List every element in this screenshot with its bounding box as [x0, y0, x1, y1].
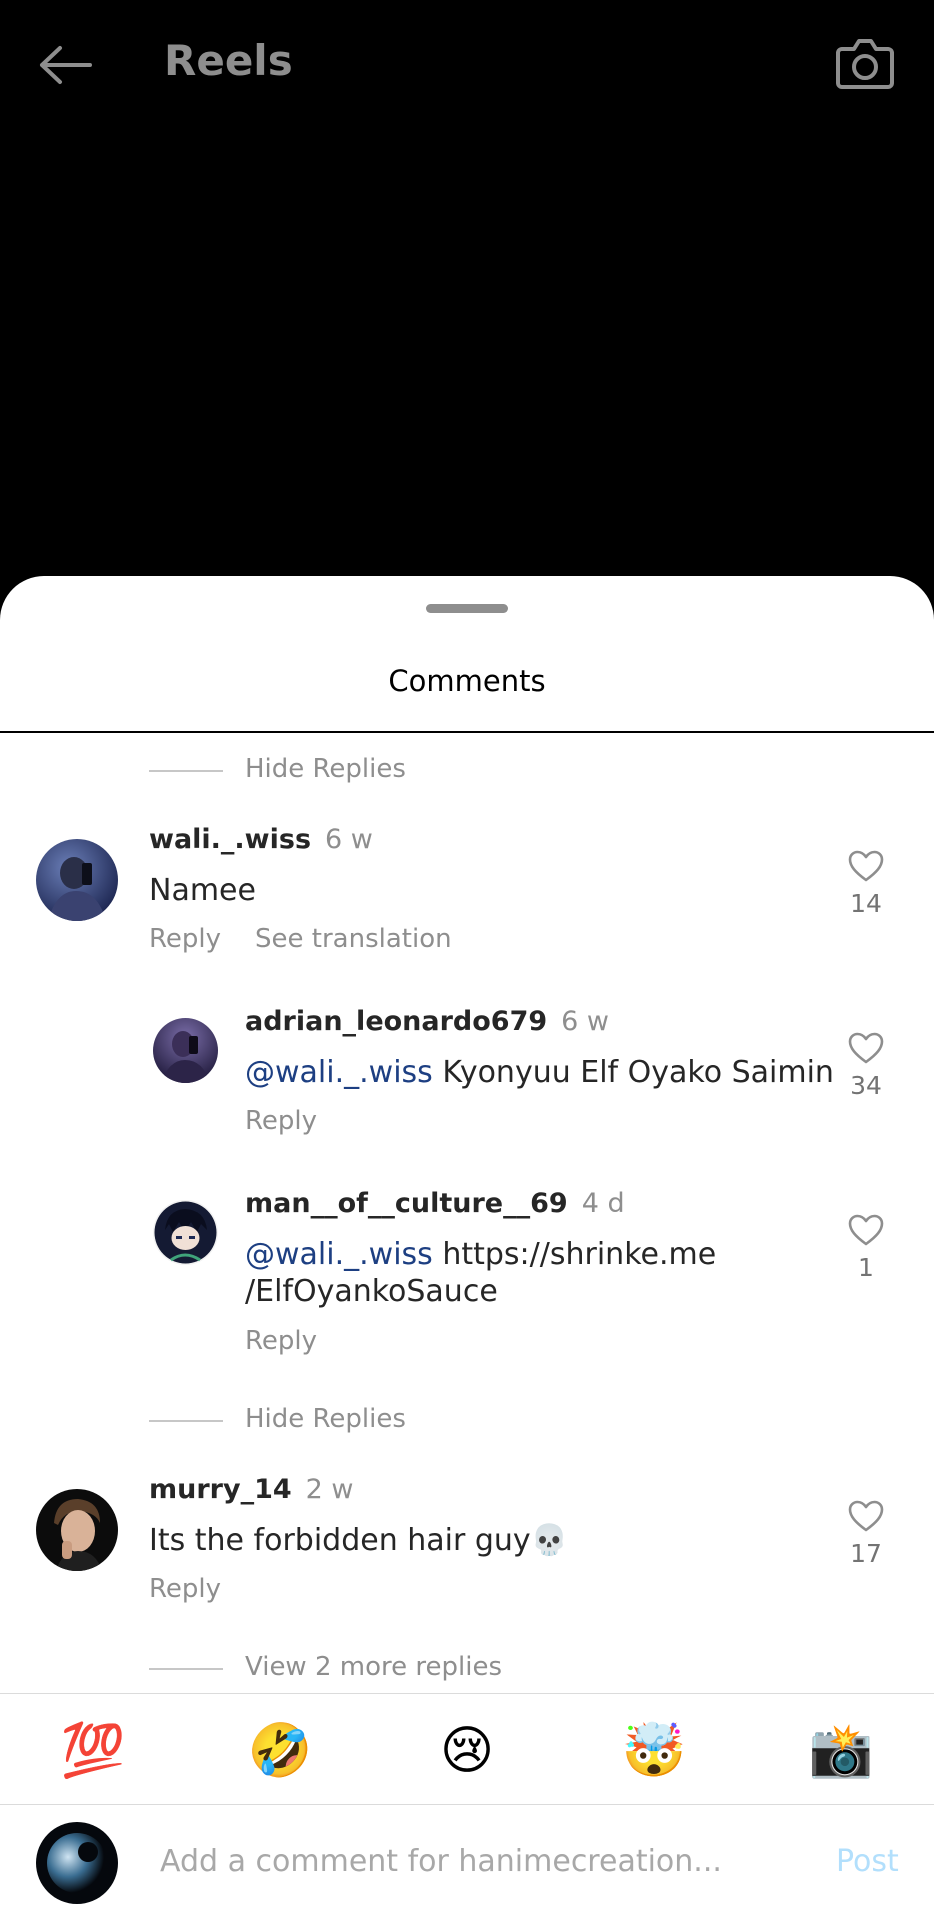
replies-line: [149, 1420, 223, 1422]
like-button[interactable]: 14: [831, 849, 901, 918]
like-count: 34: [850, 1071, 882, 1100]
top-bar: Reels: [0, 0, 934, 130]
avatar[interactable]: [36, 839, 118, 921]
sheet-title: Comments: [388, 664, 546, 698]
heart-icon: [848, 850, 884, 882]
page-title: Reels: [164, 36, 293, 85]
avatar-photo: [36, 1489, 118, 1571]
comment-actions: Reply See translation: [149, 924, 486, 954]
like-count: 14: [850, 889, 882, 918]
comment-time: 4 d: [581, 1188, 625, 1219]
see-translation-button[interactable]: See translation: [255, 924, 452, 954]
replies-line: [149, 770, 223, 772]
like-button[interactable]: 17: [831, 1499, 901, 1568]
avatar-photo: [36, 839, 118, 921]
drag-handle[interactable]: [426, 604, 508, 613]
comment-text: Namee: [149, 873, 256, 908]
username-text[interactable]: adrian_leonardo679: [245, 1006, 547, 1037]
comment-username[interactable]: adrian_leonardo679 6 w: [245, 1006, 609, 1037]
heart-icon: [848, 1500, 884, 1532]
comment-time: 6 w: [325, 824, 373, 855]
avatar[interactable]: [36, 1489, 118, 1571]
comment-body: https://shrinke.me: [432, 1237, 717, 1272]
comment-actions: Reply: [245, 1326, 351, 1356]
camera-button[interactable]: [830, 28, 900, 98]
emoji-quick-bar: 💯 🤣 😢 🤯 📸: [0, 1693, 934, 1805]
reply-button[interactable]: Reply: [245, 1326, 317, 1356]
comment-body-line2: /ElfOyankoSauce: [245, 1274, 498, 1309]
comment-time: 2 w: [305, 1474, 354, 1505]
arrow-left-icon: [40, 46, 92, 84]
like-count: 17: [850, 1539, 882, 1568]
hide-replies-button[interactable]: Hide Replies: [245, 754, 406, 784]
avatar-photo: [36, 1822, 118, 1904]
comment-composer: Post: [0, 1806, 934, 1920]
reply-button[interactable]: Reply: [149, 924, 221, 954]
emoji-crying-button[interactable]: 😢: [432, 1716, 502, 1786]
comment-time: 6 w: [561, 1006, 610, 1037]
username-text[interactable]: murry_14: [149, 1474, 292, 1505]
emoji-rofl-button[interactable]: 🤣: [245, 1716, 315, 1786]
avatar[interactable]: [153, 1018, 218, 1083]
camera-icon: [836, 39, 894, 89]
emoji-hundred-button[interactable]: 💯: [58, 1716, 128, 1786]
like-count: 1: [858, 1253, 874, 1282]
view-more-replies-button[interactable]: View 2 more replies: [245, 1652, 502, 1682]
mention-link[interactable]: @wali._.wiss: [245, 1055, 433, 1090]
heart-icon: [848, 1214, 884, 1246]
reels-comments-screen: Reels Comments Hide Replies wali._.wiss …: [0, 0, 934, 1920]
heart-icon: [848, 1032, 884, 1064]
mention-link[interactable]: @wali._.wiss: [245, 1237, 433, 1272]
comment-text: @wali._.wiss https://shrinke.me /ElfOyan…: [245, 1236, 716, 1310]
avatar[interactable]: [153, 1200, 218, 1265]
reply-button[interactable]: Reply: [149, 1574, 221, 1604]
post-button[interactable]: Post: [836, 1844, 899, 1879]
username-text[interactable]: wali._.wiss: [149, 824, 311, 855]
divider: [0, 731, 934, 733]
comment-body: Kyonyuu Elf Oyako Saimin: [432, 1055, 834, 1090]
like-button[interactable]: 34: [831, 1031, 901, 1100]
emoji-mind-blown-button[interactable]: 🤯: [619, 1716, 689, 1786]
comment-username[interactable]: man__of__culture__69 4 d: [245, 1188, 625, 1219]
comment-text: Its the forbidden hair guy💀: [149, 1523, 569, 1558]
comment-text: @wali._.wiss Kyonyuu Elf Oyako Saimin: [245, 1054, 834, 1091]
like-button[interactable]: 1: [831, 1213, 901, 1282]
username-text[interactable]: man__of__culture__69: [245, 1188, 568, 1219]
comment-input[interactable]: [160, 1836, 800, 1886]
hide-replies-button[interactable]: Hide Replies: [245, 1404, 406, 1434]
comment-actions: Reply: [245, 1106, 351, 1136]
comment-actions: Reply: [149, 1574, 255, 1604]
emoji-camera-flash-button[interactable]: 📸: [806, 1716, 876, 1786]
current-user-avatar: [36, 1822, 118, 1904]
avatar-photo: [153, 1018, 218, 1083]
replies-line: [149, 1668, 223, 1670]
reply-button[interactable]: Reply: [245, 1106, 317, 1136]
avatar-photo: [153, 1200, 218, 1265]
back-button[interactable]: [30, 30, 100, 100]
comment-username[interactable]: murry_14 2 w: [149, 1474, 354, 1505]
comment-username[interactable]: wali._.wiss 6 w: [149, 824, 373, 855]
